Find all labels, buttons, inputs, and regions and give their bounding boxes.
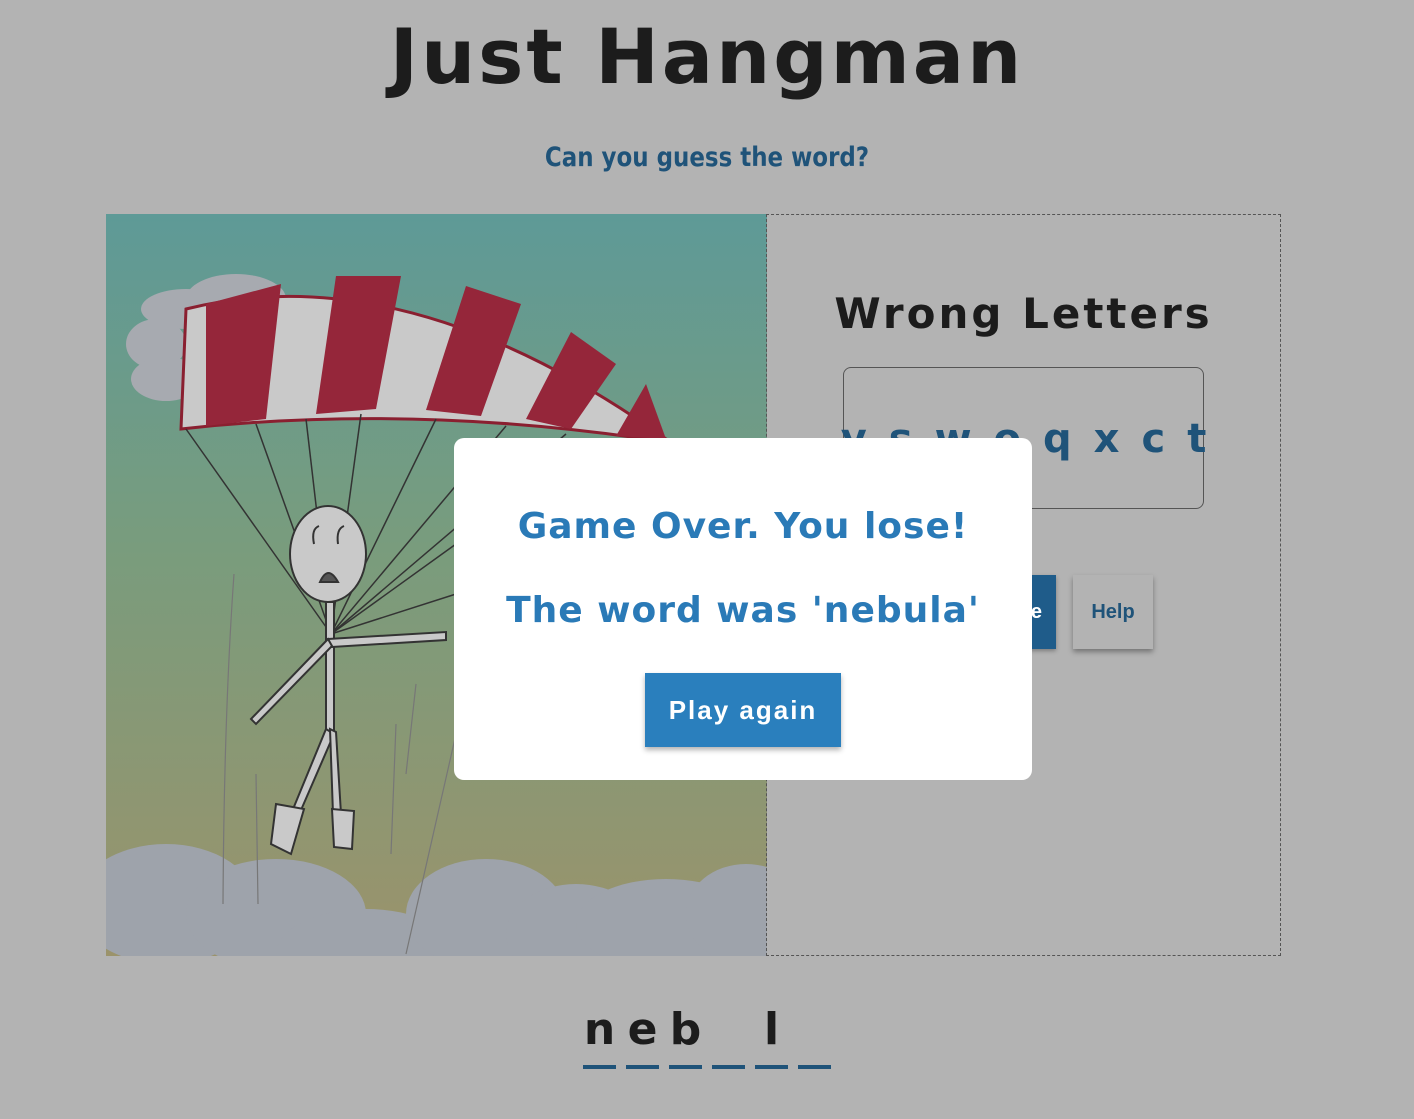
letter-slot: e <box>626 1004 659 1069</box>
letter-slot: n <box>583 1004 616 1069</box>
game-over-modal: Game Over. You lose! The word was 'nebul… <box>454 438 1032 780</box>
word-reveal-message: The word was 'nebula' <box>506 590 980 631</box>
page-subtitle: Can you guess the word? <box>544 142 870 173</box>
word-display: n e b l <box>0 1004 1414 1069</box>
slot-letter: n <box>583 1004 616 1055</box>
slot-letter: l <box>763 1004 780 1055</box>
wrong-letter: x <box>1093 416 1120 462</box>
letter-slot <box>798 1004 831 1069</box>
slot-letter: e <box>627 1004 658 1055</box>
letter-slot <box>712 1004 745 1069</box>
wrong-letter: t <box>1187 416 1207 462</box>
help-button[interactable]: Help <box>1073 575 1153 649</box>
game-over-message: Game Over. You lose! <box>517 506 969 547</box>
letter-slot: b <box>669 1004 702 1069</box>
letter-slot: l <box>755 1004 788 1069</box>
play-again-button[interactable]: Play again <box>645 673 841 747</box>
page-title: Just Hangman <box>389 12 1025 101</box>
wrong-letter: q <box>1043 416 1072 462</box>
game-page: Just Hangman Can you guess the word? Wro… <box>0 0 1414 1119</box>
wrong-letter: c <box>1141 416 1166 462</box>
wrong-letters-title: Wrong Letters <box>834 289 1213 338</box>
slot-letter: b <box>669 1004 702 1055</box>
